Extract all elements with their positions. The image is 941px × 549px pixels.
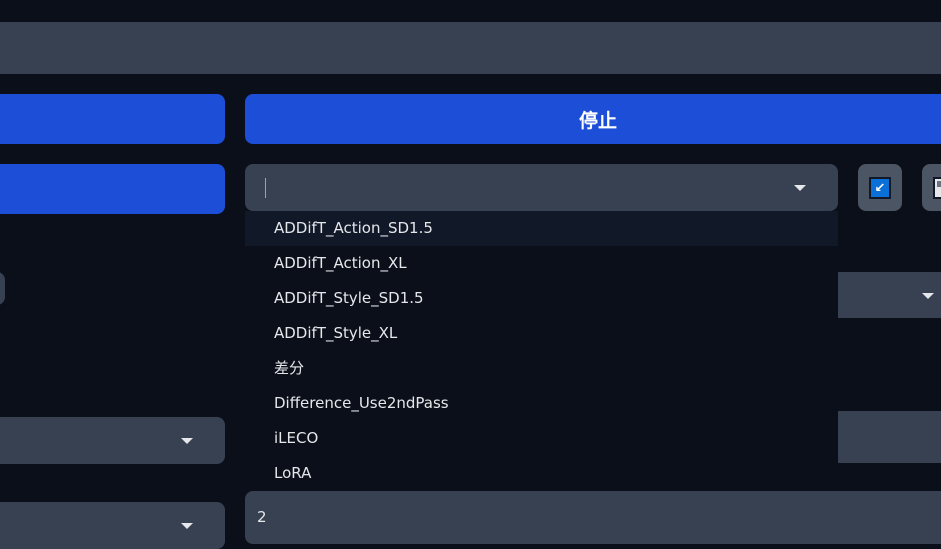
top-bar bbox=[0, 22, 941, 74]
stop-button[interactable]: 停止 bbox=[245, 94, 941, 144]
dropdown-option[interactable]: LoRA bbox=[245, 456, 838, 491]
dropdown-option[interactable]: ADDifT_Action_SD1.5 bbox=[245, 211, 838, 246]
dropdown-options: ADDifT_Action_SD1.5 ADDifT_Action_XL ADD… bbox=[245, 211, 838, 491]
chevron-down-icon[interactable] bbox=[181, 523, 193, 529]
chevron-down-icon[interactable] bbox=[922, 293, 934, 299]
preset-dropdown[interactable] bbox=[245, 164, 838, 211]
left-select-2[interactable] bbox=[0, 502, 225, 549]
right-field[interactable] bbox=[838, 411, 941, 463]
dropdown-option[interactable]: iLECO bbox=[245, 421, 838, 456]
dropdown-option[interactable]: ADDifT_Style_XL bbox=[245, 316, 838, 351]
apply-button[interactable]: ↙ bbox=[858, 164, 902, 211]
chevron-down-icon[interactable] bbox=[181, 438, 193, 444]
secondary-button-left[interactable] bbox=[0, 164, 225, 214]
chevron-down-icon[interactable] bbox=[794, 185, 806, 191]
left-toggle[interactable] bbox=[0, 272, 5, 305]
primary-button-left[interactable] bbox=[0, 94, 225, 144]
dropdown-option[interactable]: 差分 bbox=[245, 351, 838, 386]
dropdown-option[interactable]: Difference_Use2ndPass bbox=[245, 386, 838, 421]
text-cursor bbox=[265, 178, 266, 198]
dropdown-option[interactable]: ADDifT_Style_SD1.5 bbox=[245, 281, 838, 316]
right-select[interactable] bbox=[838, 272, 941, 318]
save-icon bbox=[933, 177, 941, 199]
number-input[interactable]: 2 bbox=[245, 491, 941, 544]
dropdown-option[interactable]: ADDifT_Action_XL bbox=[245, 246, 838, 281]
save-button[interactable] bbox=[922, 164, 941, 211]
arrow-down-left-icon: ↙ bbox=[869, 177, 891, 199]
left-select-1[interactable] bbox=[0, 417, 225, 464]
